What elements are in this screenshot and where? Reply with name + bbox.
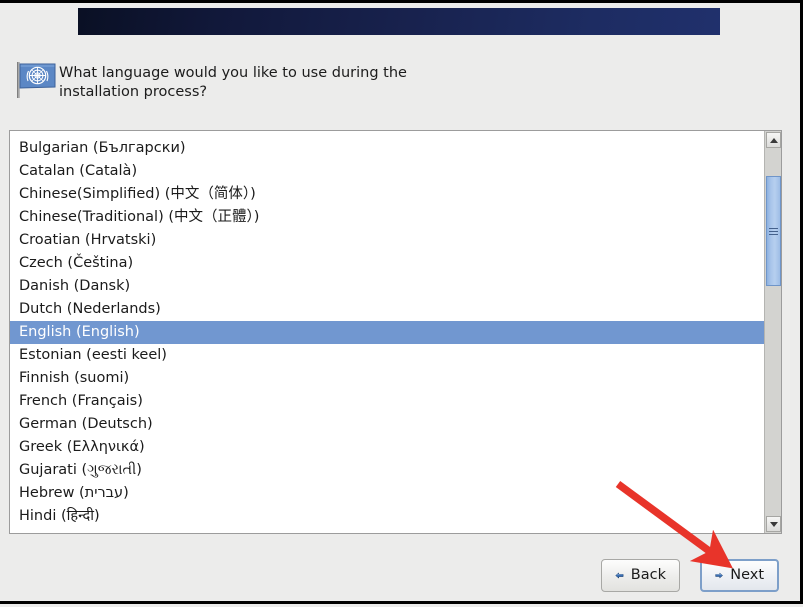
list-item[interactable]: Estonian (eesti keel) [10, 344, 764, 367]
chevron-up-icon [769, 137, 778, 143]
language-list-items: Bulgarian (Български) Catalan (Català) Chi… [10, 137, 764, 528]
list-item[interactable]: English (English) [10, 321, 764, 344]
list-item[interactable]: Chinese(Simplified) (中文（简体）) [10, 183, 764, 206]
banner-area [0, 3, 800, 39]
list-item[interactable]: German (Deutsch) [10, 413, 764, 436]
list-item[interactable]: Hindi (हिन्दी) [10, 505, 764, 528]
header: What language would you like to use duri… [0, 55, 790, 113]
scrollbar-thumb[interactable] [766, 176, 781, 286]
list-item[interactable]: Chinese(Traditional) (中文（正體）) [10, 206, 764, 229]
list-item[interactable]: Greek (Ελληνικά) [10, 436, 764, 459]
chevron-down-icon [769, 521, 778, 527]
arrow-right-icon [715, 572, 723, 579]
list-item[interactable]: Bulgarian (Български) [10, 137, 764, 160]
scrollbar-grip-icon [769, 227, 778, 235]
list-item[interactable]: Czech (Čeština) [10, 252, 764, 275]
list-item[interactable]: Danish (Dansk) [10, 275, 764, 298]
list-item[interactable]: Gujarati (ગુજરાતી) [10, 459, 764, 482]
next-button-label: Next [730, 567, 764, 584]
list-item[interactable]: French (Français) [10, 390, 764, 413]
list-item[interactable]: Catalan (Català) [10, 160, 764, 183]
scroll-up-button[interactable] [766, 132, 781, 148]
list-item[interactable]: Finnish (suomi) [10, 367, 764, 390]
arrow-left-icon [615, 572, 624, 579]
back-button[interactable]: Back [601, 559, 680, 592]
button-bar: Back Next [0, 555, 790, 601]
back-button-label: Back [630, 567, 666, 584]
list-item[interactable]: Hebrew (עברית) [10, 482, 764, 505]
language-list-viewport: Bulgarian (Български) Catalan (Català) Chi… [10, 131, 764, 533]
list-item[interactable]: Croatian (Hrvatski) [10, 229, 764, 252]
installer-banner [78, 8, 720, 35]
list-item[interactable]: Dutch (Nederlands) [10, 298, 764, 321]
vertical-scrollbar[interactable] [764, 131, 781, 533]
flag-icon [17, 62, 56, 98]
page-title: What language would you like to use duri… [59, 65, 407, 100]
scroll-down-button[interactable] [766, 516, 781, 532]
language-list[interactable]: Bulgarian (Български) Catalan (Català) Chi… [9, 130, 782, 534]
next-button[interactable]: Next [700, 559, 779, 592]
